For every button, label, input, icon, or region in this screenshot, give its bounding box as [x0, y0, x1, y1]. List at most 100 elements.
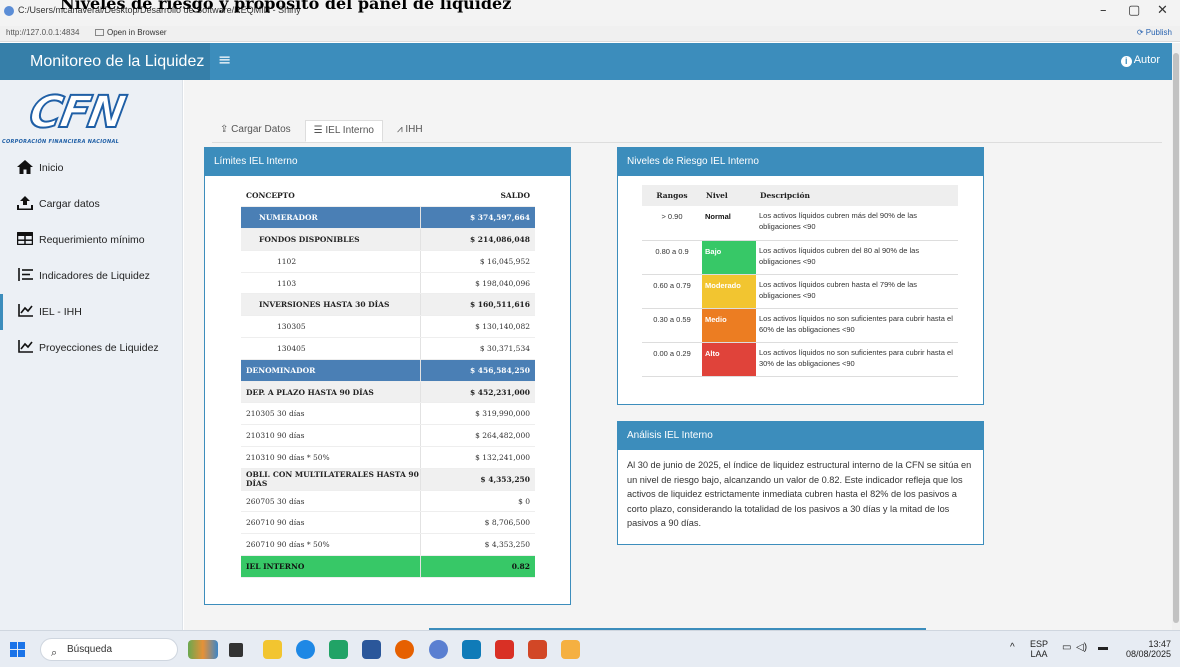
saldo-cell: $ 214,086,048 [419, 228, 535, 251]
minimize-button[interactable]: – [1100, 3, 1107, 18]
tab-iel-interno[interactable]: ☰ IEL Interno [304, 120, 383, 142]
volume-icon[interactable]: ◁) [1076, 643, 1087, 653]
sidebar-item-label: Inicio [39, 162, 64, 174]
hamburger-menu-icon[interactable]: ≡ [218, 50, 231, 69]
page-scrollbar[interactable] [1172, 43, 1180, 630]
acrobat-icon[interactable] [495, 640, 514, 659]
table-row: 260710 90 días * 50% $ 4,353,250 [241, 533, 535, 557]
app-brand[interactable]: Monitoreo de la Liquidez [0, 43, 210, 80]
firefox-icon[interactable] [395, 640, 414, 659]
url-field[interactable]: http://127.0.0.1:4834 [6, 28, 79, 37]
descripcion-cell: Los activos líquidos cubren del 80 al 90… [756, 240, 958, 275]
shiny-icon[interactable] [462, 640, 481, 659]
saldo-cell: $ 319,990,000 [419, 402, 535, 426]
task-view-icon[interactable] [229, 643, 243, 657]
window-icon [95, 29, 104, 36]
saldo-cell: $ 132,241,000 [419, 446, 535, 469]
concepto-cell: FONDOS DISPONIBLES [241, 228, 420, 251]
tab-cargar-datos[interactable]: ⇪ Cargar Datos [212, 120, 299, 142]
network-icon[interactable]: ▭ [1062, 643, 1071, 653]
concepto-cell: INVERSIONES HASTA 30 DÍAS [241, 293, 420, 317]
risk-row: 0.60 a 0.79 Moderado Los activos líquidos … [642, 274, 958, 309]
search-icon: ⌕ [51, 647, 58, 659]
windows-start-icon[interactable] [10, 642, 26, 658]
logo-subtitle: CORPORACIÓN FINANCIERA NACIONAL [2, 139, 120, 145]
tab-label: IHH [405, 124, 423, 135]
rango-cell: 0.80 a 0.9 [642, 240, 702, 275]
tab-label: IEL Interno [325, 125, 374, 136]
table-header-row: CONCEPTO SALDO [241, 185, 535, 208]
concepto-cell: NUMERADOR [241, 206, 420, 230]
line-chart-icon [16, 304, 34, 320]
table-row: 210310 90 días * 50% $ 132,241,000 [241, 446, 535, 469]
sidebar-item-iel-ihh[interactable]: IEL - IHH [0, 294, 183, 330]
concepto-cell: 1103 [241, 272, 420, 295]
tab-ihh[interactable]: ⩘ IHH [389, 120, 431, 142]
tab-label: Cargar Datos [231, 124, 291, 135]
word-icon[interactable] [362, 640, 381, 659]
col-concepto-header: CONCEPTO [241, 185, 420, 208]
open-in-browser-button[interactable]: Open in Browser [95, 28, 167, 37]
close-button[interactable]: ✕ [1157, 3, 1168, 18]
widgets-icon[interactable] [188, 640, 218, 659]
chevron-up-icon[interactable]: ^ [1010, 643, 1015, 653]
scrollbar-thumb[interactable] [1173, 53, 1179, 623]
saldo-cell: $ 160,511,616 [419, 293, 535, 317]
analysis-box-title: Análisis IEL Interno [618, 422, 983, 450]
sidebar-item-indicadores[interactable]: Indicadores de Liquidez [0, 258, 183, 294]
rango-cell: 0.30 a 0.59 [642, 308, 702, 343]
saldo-cell: $ 16,045,952 [419, 250, 535, 273]
sidebar-item-proyecciones[interactable]: Proyecciones de Liquidez [0, 330, 183, 366]
upload-icon: ⇪ [220, 124, 232, 135]
cfn-logo: CFN CORPORACIÓN FINANCIERA NACIONAL [2, 86, 180, 150]
concepto-cell: 210310 90 días * 50% [241, 446, 420, 469]
saldo-cell: $ 198,040,096 [419, 272, 535, 295]
saldo-cell: $ 374,597,664 [419, 206, 535, 230]
nivel-cell: Medio [702, 308, 756, 343]
publish-button[interactable]: ⟳ Publish [1137, 28, 1172, 37]
language-indicator[interactable]: ESP LAA [1030, 639, 1048, 659]
battery-icon[interactable]: ▬ [1098, 643, 1108, 653]
sidebar-item-label: Indicadores de Liquidez [39, 270, 150, 282]
file-explorer-icon[interactable] [263, 640, 282, 659]
rango-cell: 0.00 a 0.29 [642, 342, 702, 377]
powerpoint-icon[interactable] [528, 640, 547, 659]
sidebar-item-requerimiento-minimo[interactable]: Requerimiento mínimo [0, 222, 183, 258]
line-chart-icon [16, 340, 34, 356]
upload-icon [16, 195, 34, 213]
chart-app-icon[interactable] [561, 640, 580, 659]
lang-bottom: LAA [1030, 649, 1048, 659]
edge-icon[interactable] [296, 640, 315, 659]
saldo-cell: $ 130,140,082 [419, 315, 535, 339]
risk-levels-box: Niveles de Riesgo IEL Interno Rangos Niv… [617, 147, 984, 405]
sidebar-item-cargar-datos[interactable]: Cargar datos [0, 186, 183, 222]
concepto-cell: 210305 30 días [241, 402, 420, 426]
search-label: Búsqueda [67, 644, 113, 655]
descripcion-cell: Los activos líquidos cubren hasta el 79%… [756, 274, 958, 309]
risk-row: > 0.90 Normal Los activos líquidos cubren … [642, 206, 958, 241]
nivel-cell: Alto [702, 342, 756, 377]
tab-bar: ⇪ Cargar Datos ☰ IEL Interno ⩘ IHH [212, 120, 437, 142]
saldo-cell: $ 0 [419, 490, 535, 513]
limits-box: Límites IEL Interno CONCEPTO SALDO NUMER… [204, 147, 571, 605]
concepto-cell: 210310 90 días [241, 424, 420, 448]
table-row: IEL INTERNO 0.82 [241, 555, 535, 578]
col-nivel-header: Nivel [702, 185, 756, 206]
sidebar-item-inicio[interactable]: Inicio [0, 150, 183, 186]
taskbar-search[interactable]: ⌕ Búsqueda [40, 638, 178, 661]
saldo-cell: 0.82 [419, 555, 535, 578]
analysis-text: Al 30 de junio de 2025, el índice de liq… [627, 460, 972, 528]
table-row: 130405 $ 30,371,534 [241, 337, 535, 360]
excel-icon[interactable] [329, 640, 348, 659]
maximize-button[interactable]: ▢ [1128, 3, 1140, 18]
autor-label: Autor [1133, 54, 1160, 66]
publish-label: Publish [1145, 28, 1172, 37]
r-icon[interactable] [429, 640, 448, 659]
saldo-cell: $ 452,231,000 [419, 381, 535, 404]
rango-cell: 0.60 a 0.79 [642, 274, 702, 309]
risk-header-row: Rangos Nivel Descripción [642, 185, 958, 206]
address-bar: http://127.0.0.1:4834 Open in Browser ⟳ … [0, 26, 1180, 42]
risk-row: 0.00 a 0.29 Alto Los activos líquidos no s… [642, 342, 958, 377]
autor-button[interactable]: i Autor [1120, 54, 1160, 67]
clock[interactable]: 13:47 08/08/2025 [1121, 639, 1171, 659]
